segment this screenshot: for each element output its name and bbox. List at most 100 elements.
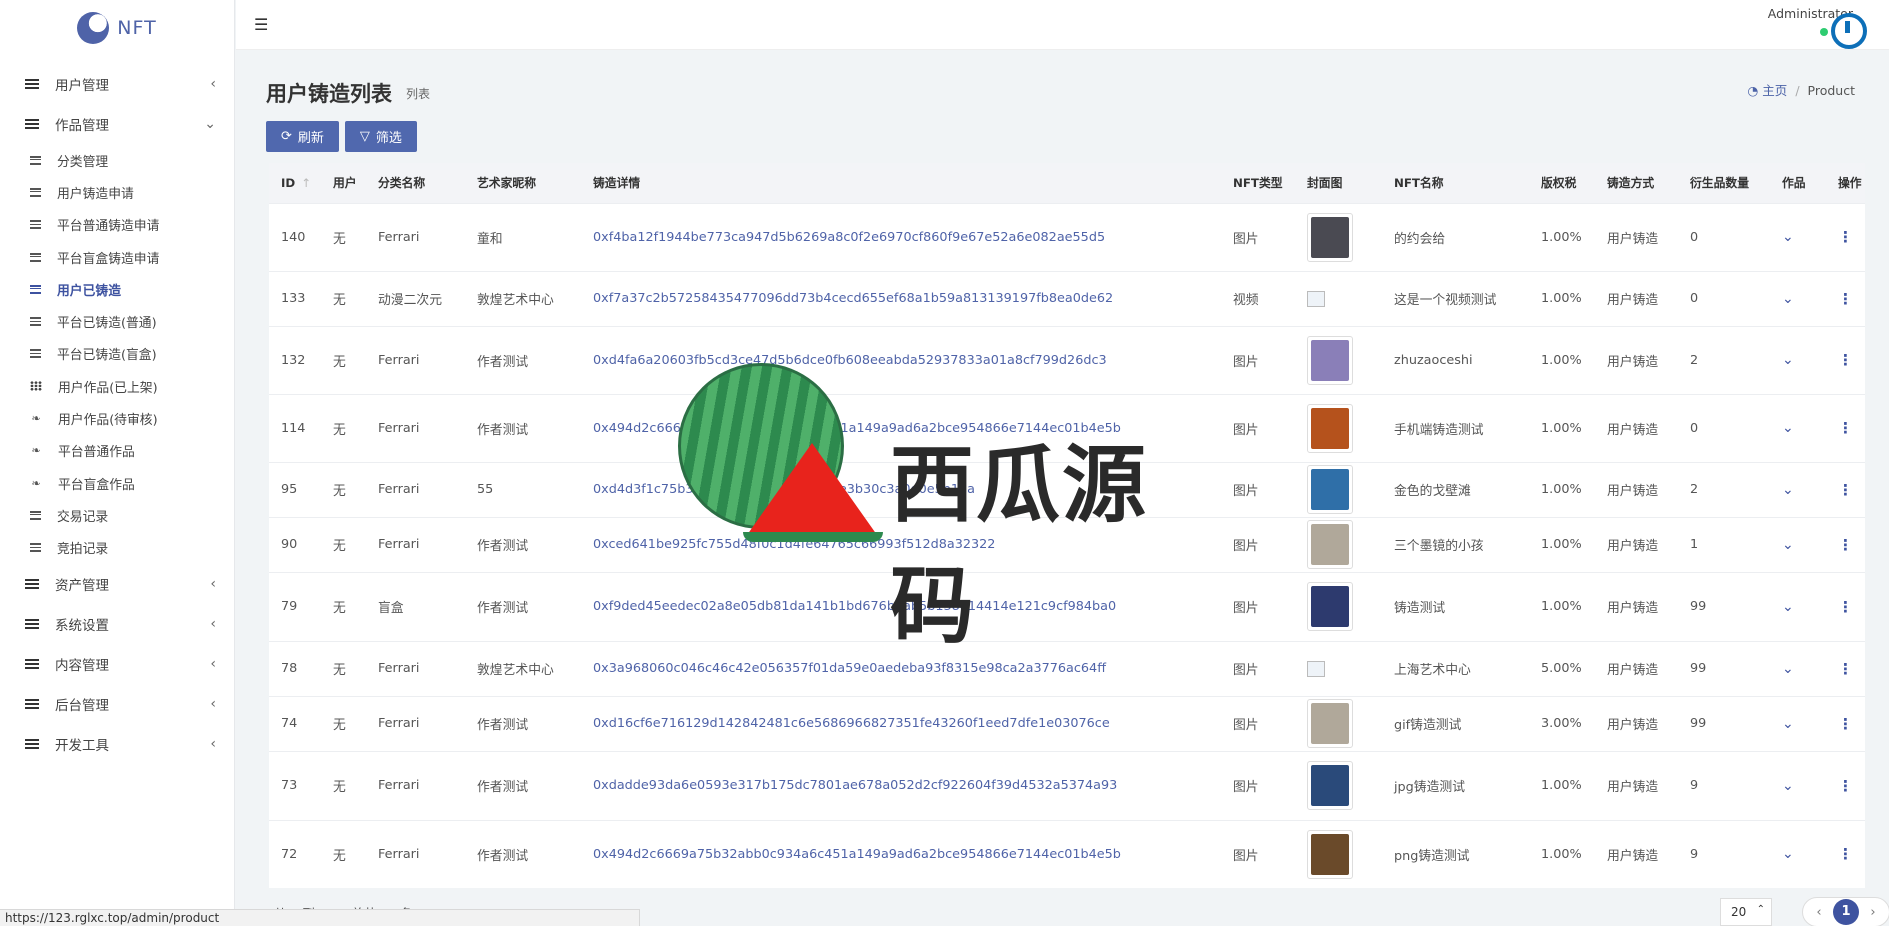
chevron-down-icon[interactable]: ⌄	[1782, 537, 1794, 553]
more-vertical-icon[interactable]: ⋮	[1838, 228, 1853, 246]
refresh-button[interactable]: ⟳ 刷新	[266, 121, 339, 152]
table-row[interactable]: 133 无 动漫二次元 敦煌艺术中心 0xf7a37c2b57258435477096d…	[269, 270, 1865, 326]
column-header-1: 用户	[321, 163, 366, 203]
mint-hash-link[interactable]: 0x494d2c6669a75b32abb0c934a6c451a149a9ad…	[593, 847, 1121, 862]
chevron-down-icon[interactable]: ⌄	[1782, 778, 1794, 794]
sidebar-item-11[interactable]: 交易记录	[0, 499, 234, 531]
cover-image[interactable]	[1307, 212, 1353, 262]
sidebar-item-5[interactable]: 平台已铸造(普通)	[0, 305, 234, 337]
table-row[interactable]: 72 无 Ferrari 作者测试 0x494d2c6669a75b32abb0c934…	[269, 819, 1865, 888]
sidebar-item-9[interactable]: ❧ 平台普通作品	[0, 435, 234, 467]
cell-text: 用户铸造	[1607, 293, 1659, 308]
mint-hash-link[interactable]: 0xdadde93da6e0593e317b175dc7801ae678a052…	[593, 778, 1117, 793]
next-page-button[interactable]: ›	[1859, 905, 1887, 920]
logo-icon	[77, 12, 110, 44]
sidebar-group-0[interactable]: 用户管理 ‹	[0, 64, 234, 104]
chevron-down-icon[interactable]: ⌄	[1782, 352, 1794, 368]
cover-thumbnail	[1311, 586, 1349, 627]
filter-button[interactable]: ▽ 筛选	[344, 121, 417, 152]
chevron-down-icon[interactable]: ⌄	[1782, 846, 1794, 862]
more-vertical-icon[interactable]: ⋮	[1838, 845, 1853, 863]
more-vertical-icon[interactable]: ⋮	[1838, 777, 1853, 795]
sidebar-item-1[interactable]: 用户铸造申请	[0, 176, 234, 208]
cell-category: Ferrari	[366, 393, 465, 462]
user-panel[interactable]: Administrator 在线	[1768, 6, 1867, 49]
avatar[interactable]	[1831, 13, 1867, 49]
more-vertical-icon[interactable]: ⋮	[1838, 715, 1853, 733]
cell-cover	[1295, 695, 1382, 751]
breadcrumb-home[interactable]: ◔ 主页	[1747, 83, 1787, 98]
cover-image[interactable]	[1307, 520, 1353, 569]
more-vertical-icon[interactable]: ⋮	[1838, 419, 1853, 437]
menu-toggle-icon[interactable]: ☰	[254, 15, 268, 34]
cell-id: 73	[269, 750, 321, 820]
cell-id: 79	[269, 571, 321, 641]
page-size-select[interactable]: 20 ⌃	[1720, 898, 1772, 926]
sidebar-group-b1[interactable]: 系统设置 ‹	[0, 604, 234, 644]
page-number-button[interactable]: 1	[1833, 899, 1859, 925]
logo[interactable]: NFT	[0, 0, 234, 56]
sidebar-item-3[interactable]: 平台盲盒铸造申请	[0, 241, 234, 273]
sidebar-item-12[interactable]: 竞拍记录	[0, 532, 234, 564]
sidebar-item-10[interactable]: ❧ 平台盲盒作品	[0, 467, 234, 499]
cover-image[interactable]	[1307, 582, 1353, 631]
cover-image[interactable]	[1307, 335, 1353, 385]
chevron-down-icon[interactable]: ⌄	[1782, 599, 1794, 615]
chevron-down-icon[interactable]: ⌄	[1782, 229, 1794, 245]
online-dot-icon	[1820, 28, 1828, 36]
table-row[interactable]: 74 无 Ferrari 作者测试 0xd16cf6e716129d142842481c…	[269, 695, 1865, 751]
page-nav: ‹ 1 ›	[1802, 897, 1889, 926]
chevron-down-icon[interactable]: ⌄	[1782, 482, 1794, 498]
mint-hash-link[interactable]: 0xf4ba12f1944be773ca947d5b6269a8c0f2e697…	[593, 230, 1105, 245]
cover-image[interactable]	[1307, 761, 1353, 810]
cell-expand: ⌄	[1770, 270, 1826, 326]
sidebar-group-b4[interactable]: 开发工具 ‹	[0, 724, 234, 764]
cell-text: 1.00%	[1541, 599, 1582, 614]
prev-page-button[interactable]: ‹	[1805, 905, 1833, 920]
cover-image[interactable]	[1307, 699, 1353, 748]
sidebar-item-2[interactable]: 平台普通铸造申请	[0, 209, 234, 241]
cover-thumbnail	[1311, 407, 1349, 449]
mint-hash-link[interactable]: 0xf7a37c2b57258435477096dd73b4cecd655ef6…	[593, 291, 1113, 306]
sort-arrow-icon[interactable]: ↑	[301, 176, 311, 190]
mint-hash-link[interactable]: 0x3a968060c046c46c42e056357f01da59e0aede…	[593, 661, 1106, 676]
more-vertical-icon[interactable]: ⋮	[1838, 481, 1853, 499]
sidebar-item-6[interactable]: 平台已铸造(盲盒)	[0, 338, 234, 370]
sidebar-item-4[interactable]: 用户已铸造	[0, 273, 234, 305]
sidebar-item-0[interactable]: 分类管理	[0, 144, 234, 176]
cell-text: 无	[333, 293, 346, 308]
sidebar-group-b2[interactable]: 内容管理 ‹	[0, 644, 234, 684]
table-row[interactable]: 140 无 Ferrari 童和 0xf4ba12f1944be773ca947d5b6…	[269, 202, 1865, 271]
cell-text: 金色的戈壁滩	[1394, 484, 1471, 499]
chevron-down-icon[interactable]: ⌄	[1782, 420, 1794, 436]
sidebar-item-7[interactable]: 用户作品(已上架)	[0, 370, 234, 402]
cell-text: png铸造测试	[1394, 848, 1470, 864]
cover-thumbnail	[1311, 765, 1349, 806]
cover-image[interactable]	[1307, 644, 1353, 693]
cell-artist: 敦煌艺术中心	[465, 640, 581, 696]
sidebar-group-1[interactable]: 作品管理 ⌄	[0, 104, 234, 144]
chevron-down-icon[interactable]: ⌄	[1782, 291, 1794, 307]
cell-text: 无	[333, 231, 346, 247]
sidebar-group-b3[interactable]: 后台管理 ‹	[0, 684, 234, 724]
more-vertical-icon[interactable]: ⋮	[1838, 598, 1853, 616]
cell-text: 无	[333, 663, 346, 678]
sidebar-item-8[interactable]: ❧ 用户作品(待审核)	[0, 402, 234, 434]
cover-image[interactable]	[1307, 465, 1353, 514]
sidebar-group-b0[interactable]: 资产管理 ‹	[0, 564, 234, 604]
more-vertical-icon[interactable]: ⋮	[1838, 290, 1853, 308]
cover-image[interactable]	[1307, 403, 1353, 453]
sidebar-item-label: 交易记录	[57, 509, 109, 525]
cell-hash: 0xf4ba12f1944be773ca947d5b6269a8c0f2e697…	[581, 202, 1221, 271]
more-vertical-icon[interactable]: ⋮	[1838, 351, 1853, 369]
table-row[interactable]: 73 无 Ferrari 作者测试 0xdadde93da6e0593e317b175d…	[269, 750, 1865, 820]
cover-image[interactable]	[1307, 274, 1353, 323]
chevron-down-icon[interactable]: ⌄	[1782, 716, 1794, 732]
chevron-down-icon[interactable]: ⌄	[1782, 661, 1794, 677]
mint-hash-link[interactable]: 0xd16cf6e716129d142842481c6e568696682735…	[593, 716, 1110, 731]
more-vertical-icon[interactable]: ⋮	[1838, 536, 1853, 554]
more-vertical-icon[interactable]: ⋮	[1838, 660, 1853, 678]
column-header-0[interactable]: ID ↑	[269, 163, 321, 203]
cover-image[interactable]	[1307, 829, 1353, 879]
cell-id: 114	[269, 393, 321, 462]
